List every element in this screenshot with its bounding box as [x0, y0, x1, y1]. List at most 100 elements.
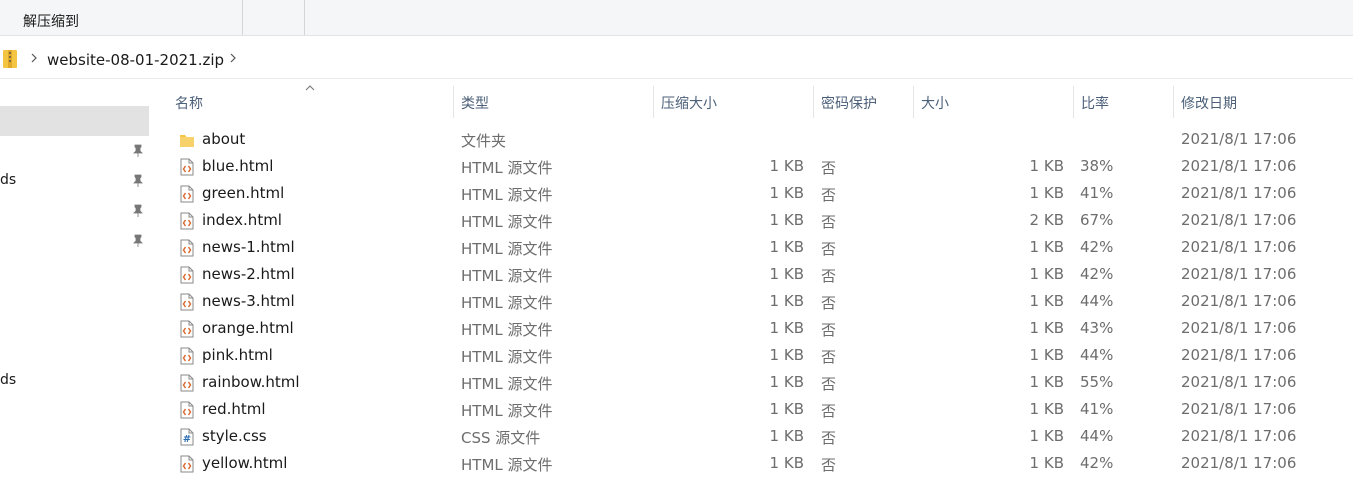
file-ratio: 41%	[1080, 184, 1114, 202]
column-header-ratio[interactable]: 比率	[1081, 93, 1109, 115]
file-row[interactable]: about 文件夹 2021/8/1 17:06	[170, 126, 1353, 153]
file-type: HTML 源文件	[461, 186, 553, 204]
zip-folder-icon	[3, 50, 17, 68]
file-name: index.html	[202, 211, 282, 229]
file-name: blue.html	[202, 157, 274, 175]
file-name: yellow.html	[202, 454, 288, 472]
file-row[interactable]: news-2.html HTML 源文件 1 KB 否 1 KB 42% 2021/8/1 …	[170, 261, 1353, 288]
file-row[interactable]: red.html HTML 源文件 1 KB 否 1 KB 41% 2021/8/1 17:…	[170, 396, 1353, 423]
ribbon-toolbar: 解压缩到	[0, 0, 1353, 36]
file-size: 1 KB	[1029, 238, 1064, 256]
navigation-pane	[0, 79, 150, 501]
file-row[interactable]: green.html HTML 源文件 1 KB 否 1 KB 41% 2021/8/1 1…	[170, 180, 1353, 207]
breadcrumb-zip[interactable]: website-08-01-2021.zip	[47, 51, 224, 69]
file-row[interactable]: orange.html HTML 源文件 1 KB 否 1 KB 43% 2021/8/1 …	[170, 315, 1353, 342]
file-type: CSS 源文件	[461, 429, 541, 447]
file-compressed-size: 1 KB	[769, 292, 804, 310]
column-divider[interactable]	[1073, 86, 1074, 118]
chevron-right-icon[interactable]	[29, 51, 39, 65]
column-header-name[interactable]: 名称	[175, 93, 203, 115]
file-compressed-size: 1 KB	[769, 427, 804, 445]
pin-icon[interactable]	[131, 234, 145, 248]
svg-text:#: #	[183, 434, 191, 445]
chevron-right-icon[interactable]	[228, 51, 238, 65]
file-name: rainbow.html	[202, 373, 300, 391]
ribbon-divider	[304, 0, 305, 35]
file-row[interactable]: blue.html HTML 源文件 1 KB 否 1 KB 38% 2021/8/1 17…	[170, 153, 1353, 180]
file-password-protected: 否	[821, 159, 837, 177]
column-header-compressed[interactable]: 压缩大小	[661, 93, 717, 115]
file-password-protected: 否	[821, 240, 837, 258]
folder-icon	[179, 131, 195, 149]
file-modified-date: 2021/8/1 17:06	[1181, 265, 1297, 283]
nav-item-label[interactable]: ds	[0, 372, 16, 388]
nav-item-selected[interactable]	[0, 106, 149, 136]
file-row[interactable]: yellow.html HTML 源文件 1 KB 否 1 KB 42% 2021/8/1 …	[170, 450, 1353, 477]
file-ratio: 67%	[1080, 211, 1114, 229]
file-password-protected: 否	[821, 429, 837, 447]
file-name: red.html	[202, 400, 266, 418]
file-password-protected: 否	[821, 213, 837, 231]
file-modified-date: 2021/8/1 17:06	[1181, 427, 1297, 445]
file-row[interactable]: index.html HTML 源文件 1 KB 否 2 KB 67% 2021/8/1 1…	[170, 207, 1353, 234]
column-header-password[interactable]: 密码保护	[821, 93, 877, 115]
html-file-icon	[179, 158, 195, 176]
file-type: HTML 源文件	[461, 213, 553, 231]
file-password-protected: 否	[821, 375, 837, 393]
html-file-icon	[179, 401, 195, 419]
file-ratio: 42%	[1080, 238, 1114, 256]
file-type: HTML 源文件	[461, 159, 553, 177]
nav-item-label[interactable]: ds	[0, 172, 16, 188]
file-row[interactable]: news-1.html HTML 源文件 1 KB 否 1 KB 42% 2021/8/1 …	[170, 234, 1353, 261]
pin-icon[interactable]	[131, 144, 145, 158]
file-password-protected: 否	[821, 321, 837, 339]
column-header-modified[interactable]: 修改日期	[1181, 93, 1237, 115]
file-ratio: 42%	[1080, 454, 1114, 472]
file-name: orange.html	[202, 319, 294, 337]
pin-icon[interactable]	[131, 174, 145, 188]
file-compressed-size: 1 KB	[769, 400, 804, 418]
address-bar[interactable]: website-08-01-2021.zip	[0, 40, 1353, 79]
file-row[interactable]: rainbow.html HTML 源文件 1 KB 否 1 KB 55% 2021/8/1…	[170, 369, 1353, 396]
column-divider[interactable]	[653, 86, 654, 118]
file-size: 1 KB	[1029, 292, 1064, 310]
html-file-icon	[179, 239, 195, 257]
file-name: about	[202, 130, 246, 148]
sort-ascending-icon	[305, 85, 315, 91]
pin-icon[interactable]	[131, 204, 145, 218]
extract-to-label: 解压缩到	[23, 14, 79, 30]
html-file-icon	[179, 455, 195, 473]
file-modified-date: 2021/8/1 17:06	[1181, 373, 1297, 391]
file-name: green.html	[202, 184, 285, 202]
file-compressed-size: 1 KB	[769, 319, 804, 337]
file-modified-date: 2021/8/1 17:06	[1181, 130, 1297, 148]
file-ratio: 44%	[1080, 292, 1114, 310]
file-type: HTML 源文件	[461, 375, 553, 393]
column-header-size[interactable]: 大小	[921, 93, 949, 115]
file-password-protected: 否	[821, 267, 837, 285]
file-row[interactable]: news-3.html HTML 源文件 1 KB 否 1 KB 44% 2021/8/1 …	[170, 288, 1353, 315]
html-file-icon	[179, 212, 195, 230]
file-row[interactable]: pink.html HTML 源文件 1 KB 否 1 KB 44% 2021/8/1 17…	[170, 342, 1353, 369]
file-password-protected: 否	[821, 186, 837, 204]
file-compressed-size: 1 KB	[769, 265, 804, 283]
html-file-icon	[179, 293, 195, 311]
column-divider[interactable]	[813, 86, 814, 118]
file-row[interactable]: # style.css CSS 源文件 1 KB 否 1 KB 44% 2021/8/1 17…	[170, 423, 1353, 450]
file-name: news-1.html	[202, 238, 295, 256]
html-file-icon	[179, 185, 195, 203]
file-compressed-size: 1 KB	[769, 373, 804, 391]
file-password-protected: 否	[821, 456, 837, 474]
column-header-type[interactable]: 类型	[461, 93, 489, 115]
html-file-icon	[179, 374, 195, 392]
file-type: HTML 源文件	[461, 456, 553, 474]
file-password-protected: 否	[821, 294, 837, 312]
extract-to-button[interactable]: 解压缩到	[0, 0, 242, 35]
file-compressed-size: 1 KB	[769, 238, 804, 256]
column-divider[interactable]	[913, 86, 914, 118]
file-name: news-3.html	[202, 292, 295, 310]
file-compressed-size: 1 KB	[769, 184, 804, 202]
file-name: style.css	[202, 427, 267, 445]
column-divider[interactable]	[453, 86, 454, 118]
column-divider[interactable]	[1173, 86, 1174, 118]
